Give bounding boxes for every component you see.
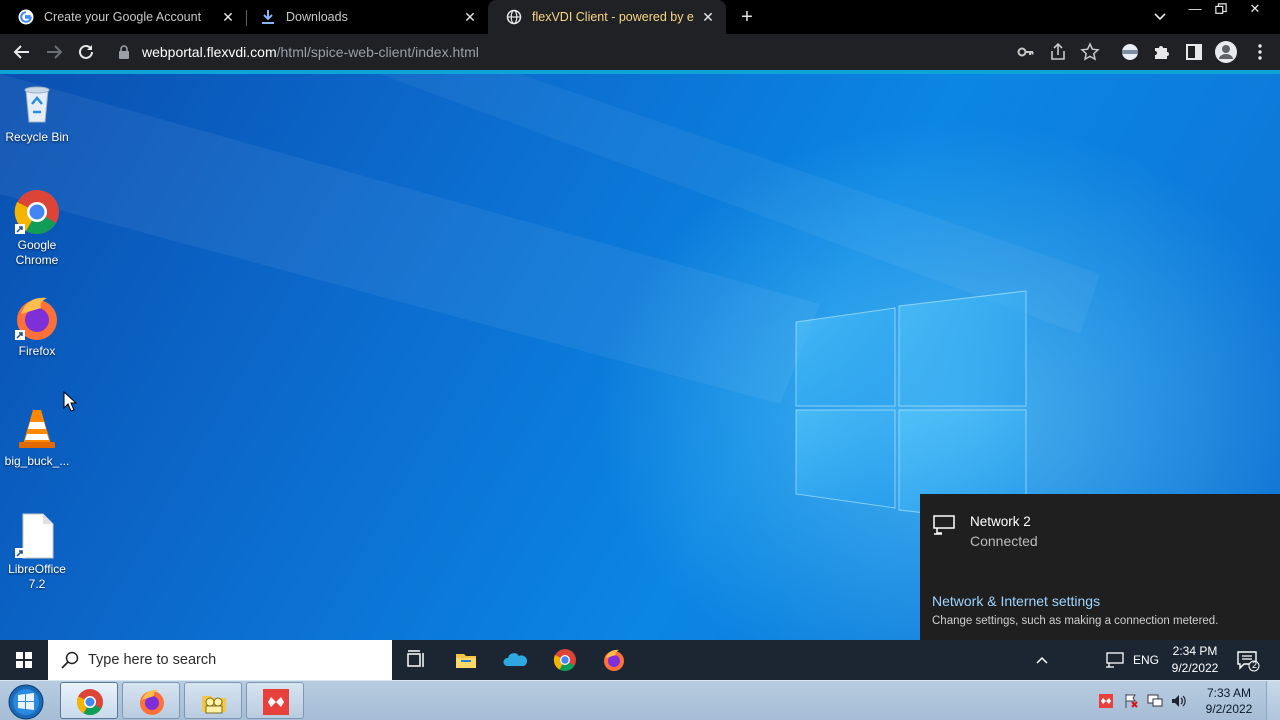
network-name[interactable]: Network 2 (970, 514, 1031, 529)
desktop-icon-label: Recycle Bin (5, 130, 69, 144)
download-icon (262, 10, 274, 24)
tab-search-chevron-icon[interactable] (1150, 9, 1170, 25)
host-task-anydesk[interactable] (246, 682, 304, 719)
recycle-bin-icon (24, 86, 50, 123)
close-tab-icon[interactable]: ✕ (700, 9, 716, 25)
browser-toolbar: webportal.flexvdi.com/html/spice-web-cli… (0, 34, 1280, 70)
host-clock-date: 9/2/2022 (1205, 702, 1253, 716)
network-flyout: Network 2 Connected Network & Internet s… (920, 494, 1280, 640)
url-text: webportal.flexvdi.com/html/spice-web-cli… (142, 44, 479, 60)
menu-kebab-icon[interactable] (1250, 42, 1270, 62)
action-center-flag-icon[interactable] (1123, 693, 1139, 709)
anydesk-icon (263, 689, 289, 715)
desktop-icon-firefox[interactable]: Firefox (4, 294, 70, 359)
notification-count: 2 (1251, 660, 1257, 670)
host-task-chrome[interactable] (60, 682, 118, 719)
desktop-icon-google-chrome[interactable]: Google Chrome (4, 188, 70, 268)
desktop-icon-label: Firefox (18, 344, 56, 358)
tab-title: flexVDI Client - powered by eyeOS (532, 10, 694, 24)
host-task-file-manager[interactable] (184, 682, 242, 719)
file-explorer-icon[interactable] (454, 648, 478, 672)
action-center-button[interactable]: 2 (1236, 650, 1260, 672)
side-panel-icon[interactable] (1184, 42, 1204, 62)
task-view-icon[interactable] (404, 648, 428, 672)
tab-downloads[interactable]: Downloads ✕ (242, 0, 488, 34)
desktop-icon-recycle-bin[interactable]: Recycle Bin (4, 80, 70, 145)
desktop-icon-label: LibreOffice 7.2 (8, 562, 66, 591)
network-status: Connected (970, 533, 1038, 549)
desktop-icon-big-buck-bunny[interactable]: big_buck_... (4, 404, 70, 469)
back-arrow-icon[interactable] (12, 42, 32, 62)
host-network-icon[interactable] (1147, 693, 1163, 709)
tray-network-icon[interactable] (1105, 652, 1125, 668)
anydesk-tray-icon[interactable] (1098, 693, 1114, 709)
folder-users-icon (202, 696, 226, 714)
url-path: /html/spice-web-client/index.html (276, 44, 479, 60)
search-icon (61, 651, 79, 669)
extension-profile-icon[interactable] (1120, 42, 1140, 62)
new-tab-button[interactable]: + (736, 7, 758, 29)
clock-time: 2:34 PM (1172, 644, 1218, 658)
tab-title: Create your Google Account (44, 10, 202, 24)
firefox-taskbar-icon[interactable] (602, 648, 626, 672)
chrome-icon (77, 689, 103, 716)
desktop-icon-label: big_buck_... (4, 454, 70, 468)
browser-tab-strip: Create your Google Account ✕ Downloads ✕… (0, 0, 1280, 34)
globe-icon (506, 9, 522, 25)
windows-start-button[interactable] (0, 640, 48, 680)
lock-icon (119, 45, 129, 59)
chrome-icon (14, 190, 59, 234)
mouse-pointer-icon (63, 391, 77, 412)
input-language-indicator[interactable]: ENG (1133, 653, 1159, 667)
close-tab-icon[interactable]: ✕ (220, 9, 236, 25)
onedrive-icon[interactable] (503, 648, 527, 672)
google-g-icon (18, 9, 34, 25)
bookmark-star-icon[interactable] (1080, 42, 1100, 62)
search-placeholder: Type here to search (88, 652, 217, 668)
share-icon[interactable] (1048, 42, 1068, 62)
show-desktop-button[interactable] (1266, 681, 1280, 720)
key-icon[interactable] (1016, 42, 1036, 62)
remote-taskbar: Type here to search ENG 2:34 PM 9/2/2022 (0, 640, 1280, 680)
tab-create-google-account[interactable]: Create your Google Account ✕ (0, 0, 246, 34)
extensions-puzzle-icon[interactable] (1152, 42, 1172, 62)
network-internet-settings-link[interactable]: Network & Internet settings (932, 593, 1100, 609)
host-taskbar: 7:33 AM 9/2/2022 (0, 680, 1280, 720)
firefox-icon (140, 689, 164, 715)
host-task-firefox[interactable] (122, 682, 180, 719)
profile-avatar-icon[interactable] (1214, 40, 1238, 64)
tab-flexvdi-client[interactable]: flexVDI Client - powered by eyeOS ✕ (488, 0, 726, 34)
desktop-icon-libreoffice[interactable]: LibreOffice 7.2 (4, 512, 70, 592)
remote-clock[interactable]: 2:34 PM 9/2/2022 (1160, 643, 1230, 677)
vlc-icon (19, 410, 55, 448)
restore-button[interactable] (1204, 0, 1238, 20)
address-bar[interactable]: webportal.flexvdi.com/html/spice-web-cli… (108, 38, 1108, 66)
wired-network-icon (933, 515, 955, 535)
desktop-icon-label: Google Chrome (15, 238, 59, 267)
host-clock-time: 7:33 AM (1206, 686, 1252, 700)
tab-title: Downloads (286, 10, 348, 24)
url-host: webportal.flexvdi.com (142, 44, 277, 60)
windows7-start-orb-icon[interactable] (6, 683, 46, 720)
network-settings-description: Change settings, such as making a connec… (932, 615, 1219, 627)
forward-arrow-icon[interactable] (44, 42, 64, 62)
close-window-button[interactable]: ✕ (1238, 0, 1272, 20)
libreoffice-icon (15, 513, 54, 559)
firefox-icon (15, 297, 57, 340)
taskbar-search-box[interactable]: Type here to search (48, 640, 392, 680)
reload-icon[interactable] (76, 42, 96, 62)
clock-date: 9/2/2022 (1171, 661, 1219, 675)
show-hidden-icons-chevron-icon[interactable] (1034, 652, 1050, 668)
host-clock[interactable]: 7:33 AM 9/2/2022 (1196, 685, 1262, 717)
close-tab-icon[interactable]: ✕ (462, 9, 478, 25)
volume-speaker-icon[interactable] (1171, 693, 1187, 709)
restore-icon (1215, 3, 1227, 14)
chrome-taskbar-icon[interactable] (553, 648, 577, 672)
